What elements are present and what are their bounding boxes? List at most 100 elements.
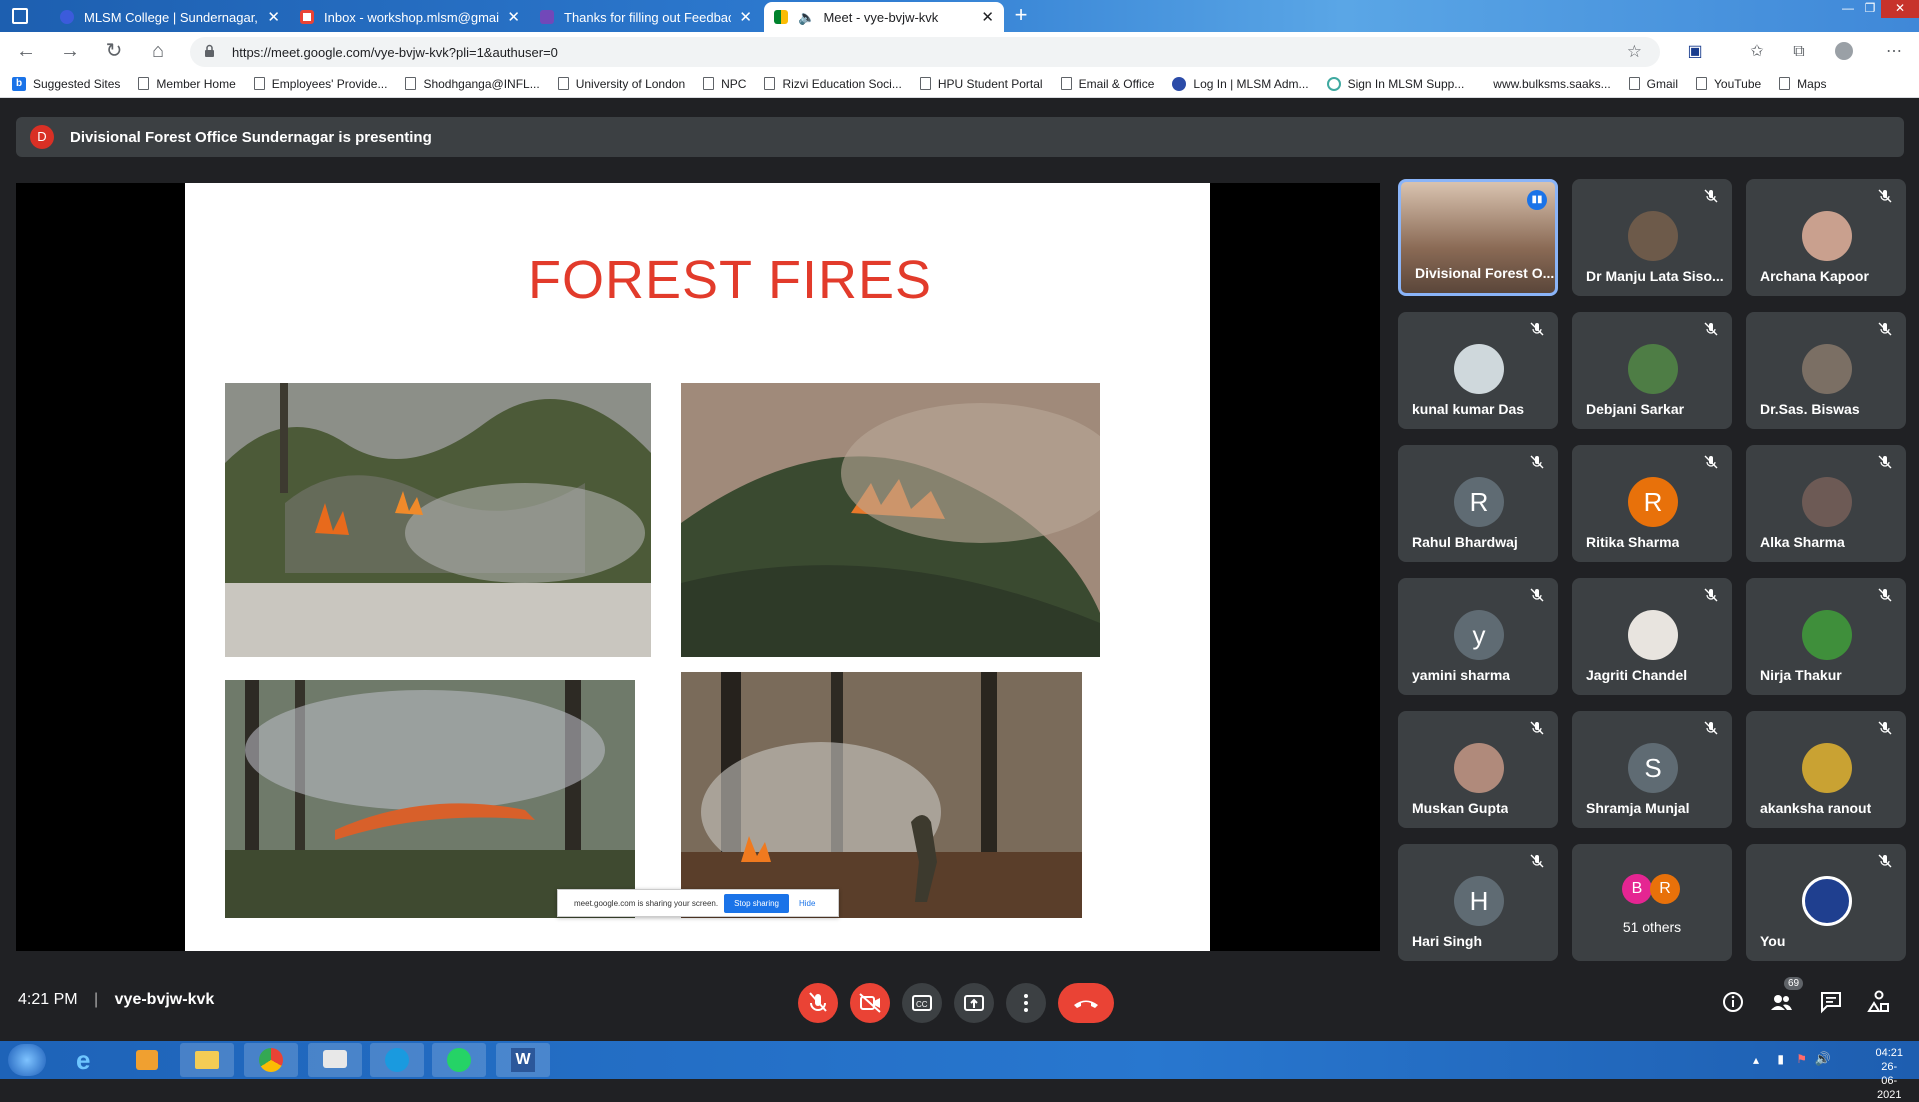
meeting-details-icon[interactable] — [1720, 989, 1746, 1015]
bookmark-item[interactable]: University of London — [557, 77, 685, 91]
favorites-icon[interactable]: ✩ — [1747, 42, 1767, 62]
close-icon[interactable]: ✕ — [267, 8, 280, 26]
participant-tile[interactable]: kunal kumar Das — [1398, 312, 1558, 429]
tab-title: MLSM College | Sundernagar, M — [84, 9, 260, 25]
bookmark-item[interactable]: Maps — [1779, 77, 1827, 91]
participant-tile[interactable]: ▮▮ Divisional Forest O... — [1398, 179, 1558, 296]
bookmark-item[interactable]: Rizvi Education Soci... — [764, 77, 902, 91]
close-window-icon[interactable]: ✕ — [1881, 0, 1919, 18]
mic-muted-icon — [1704, 322, 1718, 336]
new-tab-button[interactable]: + — [1008, 4, 1034, 28]
screen-share-notice: meet.google.com is sharing your screen. … — [557, 889, 839, 917]
captions-button[interactable]: CC — [902, 983, 942, 1023]
participant-tile[interactable]: Nirja Thakur — [1746, 578, 1906, 695]
bookmark-item[interactable]: b Suggested Sites — [12, 76, 120, 91]
chat-icon[interactable] — [1818, 989, 1844, 1015]
speaker-icon[interactable]: 🔈 — [798, 9, 815, 26]
start-orb-icon[interactable] — [8, 1044, 46, 1076]
chrome-icon[interactable] — [244, 1043, 298, 1077]
lock-icon[interactable] — [204, 44, 215, 58]
bookmark-item[interactable]: Employees' Provide... — [253, 77, 387, 91]
participant-tile[interactable]: Muskan Gupta — [1398, 711, 1558, 828]
close-icon[interactable]: ✕ — [981, 8, 994, 26]
participant-tile[interactable]: H Hari Singh — [1398, 844, 1558, 961]
close-icon[interactable]: ✕ — [739, 8, 752, 26]
activities-icon[interactable] — [1866, 989, 1892, 1015]
tab-mlsm-college[interactable]: MLSM College | Sundernagar, M ✕ — [50, 2, 290, 32]
emblem-avatar-icon — [1802, 876, 1852, 926]
chat-app-icon[interactable] — [308, 1043, 362, 1077]
flag-icon[interactable]: ⚑ — [1796, 1052, 1807, 1066]
bookmark-label: YouTube — [1714, 76, 1762, 91]
participant-tile[interactable]: Dr.Sas. Biswas — [1746, 312, 1906, 429]
participant-tile[interactable]: B R 51 others — [1572, 844, 1732, 961]
participant-tile[interactable]: S Shramja Munjal — [1572, 711, 1732, 828]
home-icon[interactable]: ⌂ — [146, 40, 170, 64]
participant-tile[interactable]: Debjani Sarkar — [1572, 312, 1732, 429]
participant-tile[interactable]: Jagriti Chandel — [1572, 578, 1732, 695]
participant-tile[interactable]: Archana Kapoor — [1746, 179, 1906, 296]
bookmark-item[interactable]: YouTube — [1696, 77, 1761, 91]
bookmark-item[interactable]: HPU Student Portal — [919, 77, 1043, 91]
camera-off-button[interactable] — [850, 983, 890, 1023]
address-bar[interactable]: https://meet.google.com/vye-bvjw-kvk?pli… — [190, 37, 1660, 67]
mic-muted-icon — [1704, 189, 1718, 203]
signal-icon[interactable]: ▮ — [1777, 1052, 1784, 1066]
edge-icon[interactable] — [370, 1043, 424, 1077]
participant-tile[interactable]: R Rahul Bhardwaj — [1398, 445, 1558, 562]
participant-name: You — [1760, 933, 1786, 949]
tab-forms-feedback[interactable]: Thanks for filling out Feedback f ✕ — [530, 2, 762, 32]
bookmark-item[interactable]: www.bulksms.saaks... — [1482, 77, 1610, 91]
media-player-icon[interactable] — [120, 1043, 174, 1077]
back-icon[interactable]: ← — [14, 40, 38, 64]
participant-tile[interactable]: Dr Manju Lata Siso... — [1572, 179, 1732, 296]
file-explorer-icon[interactable] — [180, 1043, 234, 1077]
bookmark-star-icon[interactable]: ☆ — [1627, 42, 1642, 62]
participant-tile[interactable]: y yamini sharma — [1398, 578, 1558, 695]
bookmark-item[interactable]: Email & Office — [1060, 76, 1155, 91]
participant-tile[interactable]: R Ritika Sharma — [1572, 445, 1732, 562]
reload-icon[interactable]: ↻ — [102, 40, 126, 64]
speaking-indicator-icon: ▮▮ — [1527, 190, 1547, 210]
people-button[interactable]: 69 — [1768, 977, 1804, 1015]
bookmark-item[interactable]: Member Home — [138, 77, 236, 91]
bookmark-item[interactable]: Gmail — [1628, 77, 1678, 91]
page-icon — [1628, 77, 1640, 90]
bookmark-label: Email & Office — [1078, 76, 1155, 91]
mic-off-button[interactable] — [798, 983, 838, 1023]
people-icon — [1771, 995, 1792, 1010]
tab-gmail-inbox[interactable]: Inbox - workshop.mlsm@gmail.c ✕ — [290, 2, 530, 32]
bookmark-item[interactable]: Shodhganga@INFL... — [405, 77, 540, 91]
window-menu-icon[interactable] — [12, 8, 28, 24]
present-button[interactable] — [954, 983, 994, 1023]
leave-call-button[interactable] — [1058, 983, 1114, 1023]
tab-title: Inbox - workshop.mlsm@gmail.c — [324, 9, 500, 25]
restore-icon[interactable]: ❐ — [1859, 0, 1881, 18]
close-icon[interactable]: ✕ — [507, 8, 520, 26]
tray-clock[interactable]: 04:21 26-06-2021 — [1875, 1046, 1903, 1102]
whatsapp-icon[interactable] — [432, 1043, 486, 1077]
tab-meet[interactable]: 🔈 Meet - vye-bvjw-kvk ✕ — [764, 2, 1004, 32]
forward-icon[interactable]: → — [58, 40, 82, 64]
minimize-icon[interactable]: — — [1837, 0, 1859, 18]
participant-tile[interactable]: You — [1746, 844, 1906, 961]
url-text[interactable]: https://meet.google.com/vye-bvjw-kvk?pli… — [232, 45, 558, 60]
bookmark-item[interactable]: NPC — [703, 77, 746, 91]
hide-button[interactable]: Hide — [799, 899, 815, 908]
internet-explorer-icon[interactable]: e — [62, 1043, 116, 1077]
page-icon — [703, 77, 715, 90]
participant-tile[interactable]: akanksha ranout — [1746, 711, 1906, 828]
participant-name: Nirja Thakur — [1760, 667, 1842, 683]
word-icon[interactable]: W — [496, 1043, 550, 1077]
bookmark-item[interactable]: Log In | MLSM Adm... — [1172, 76, 1309, 91]
stop-sharing-button[interactable]: Stop sharing — [724, 893, 789, 913]
profile-avatar-icon[interactable] — [1834, 42, 1854, 62]
volume-icon[interactable]: 🔊 — [1815, 1051, 1831, 1067]
tray-arrow-icon[interactable]: ▴ — [1753, 1053, 1759, 1067]
bookmark-item[interactable]: Sign In MLSM Supp... — [1326, 76, 1464, 91]
extension-icon[interactable]: ▣ — [1685, 42, 1705, 62]
participant-tile[interactable]: Alka Sharma — [1746, 445, 1906, 562]
collections-icon[interactable]: ⧉ — [1789, 42, 1809, 62]
more-options-button[interactable] — [1006, 983, 1046, 1023]
more-menu-icon[interactable]: ⋯ — [1884, 42, 1904, 62]
